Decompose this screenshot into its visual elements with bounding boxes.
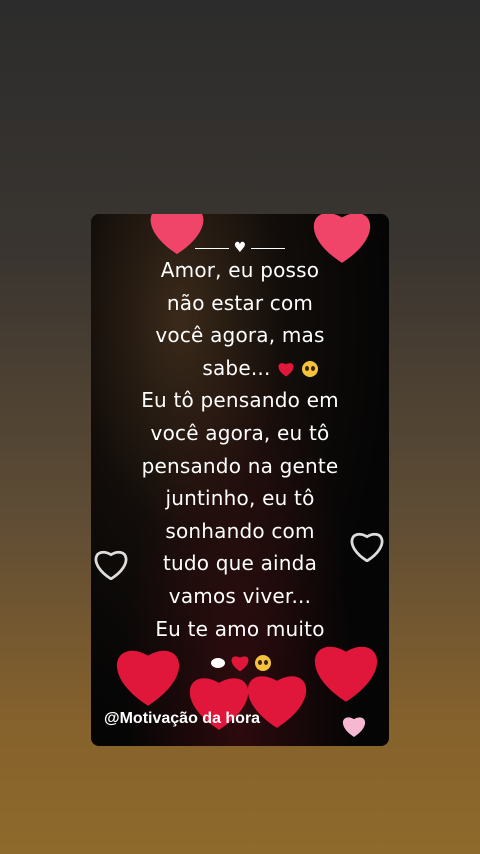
heart-icon [314, 646, 378, 702]
top-ornament: ♥ [195, 241, 285, 255]
message-line: você agora, mas [155, 323, 325, 348]
message-line: Amor, eu posso [160, 258, 320, 282]
message-line: pensando na gente [141, 453, 339, 478]
message-line: não estar com [166, 290, 314, 315]
thought-bubble-icon [211, 657, 225, 668]
message-line-with-emoji: sabe... [91, 352, 389, 385]
heart-icon [342, 717, 366, 737]
message-line: tudo que ainda [162, 551, 318, 576]
outline-heart-icon [94, 550, 128, 580]
message-line: Eu tô pensando em [141, 388, 339, 413]
pleading-face-icon [301, 361, 318, 378]
message-line: vamos viver... [168, 583, 312, 608]
story-card: ♥ Amor, eu posso não estar com você agor… [91, 214, 389, 746]
heart-emoji-icon [278, 363, 294, 377]
heart-icon [116, 650, 180, 706]
message-line: sonhando com [165, 518, 315, 543]
message-line: sabe... [202, 355, 271, 380]
outline-heart-icon [350, 532, 384, 562]
love-message: Amor, eu posso não estar com você agora,… [91, 254, 389, 645]
message-line: você agora, eu tô [150, 420, 330, 445]
message-line: juntinho, eu tô [165, 486, 315, 511]
watermark: @Motivação da hora [104, 710, 261, 727]
